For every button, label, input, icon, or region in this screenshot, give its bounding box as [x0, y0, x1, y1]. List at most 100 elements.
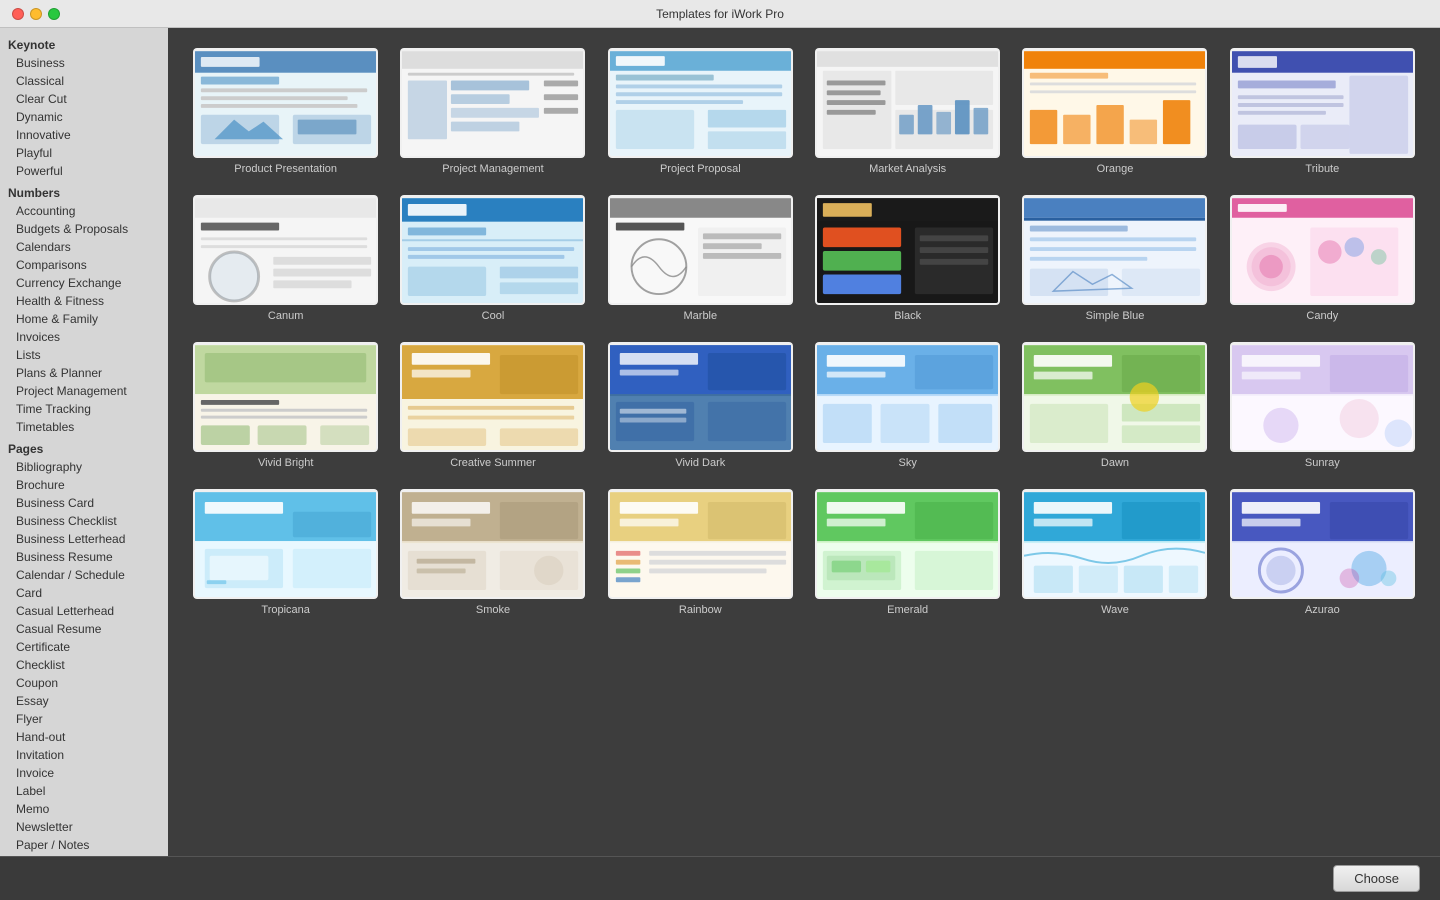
close-button[interactable]: [12, 8, 24, 20]
sidebar-section-header: Keynote: [0, 32, 168, 54]
template-item-wave[interactable]: Wave: [1017, 489, 1212, 616]
sidebar-item-business-checklist[interactable]: Business Checklist: [0, 512, 168, 530]
sidebar-item-plans-planner[interactable]: Plans & Planner: [0, 364, 168, 382]
main-layout: KeynoteBusinessClassicalClear CutDynamic…: [0, 28, 1440, 856]
template-label: Orange: [1097, 163, 1134, 175]
sidebar-item-essay[interactable]: Essay: [0, 692, 168, 710]
template-thumb-creative: [400, 342, 585, 452]
template-item-marble[interactable]: Marble: [603, 195, 798, 322]
template-label: Simple Blue: [1086, 310, 1145, 322]
sidebar-item-business-letterhead[interactable]: Business Letterhead: [0, 530, 168, 548]
template-item-vivid-dark[interactable]: Vivid Dark: [603, 342, 798, 469]
sidebar-item-casual-letterhead[interactable]: Casual Letterhead: [0, 602, 168, 620]
choose-button[interactable]: Choose: [1333, 865, 1420, 892]
template-item-tribute[interactable]: Tribute: [1225, 48, 1420, 175]
sidebar-item-invitation[interactable]: Invitation: [0, 746, 168, 764]
sidebar-item-dynamic[interactable]: Dynamic: [0, 108, 168, 126]
window-controls: [12, 8, 60, 20]
sidebar-item-timetables[interactable]: Timetables: [0, 418, 168, 436]
template-label: Dawn: [1101, 457, 1129, 469]
template-label: Azurao: [1305, 604, 1340, 616]
template-thumb-cool: [400, 195, 585, 305]
template-label: Rainbow: [679, 604, 722, 616]
sidebar-item-calendar-schedule[interactable]: Calendar / Schedule: [0, 566, 168, 584]
sidebar-item-currency-exchange[interactable]: Currency Exchange: [0, 274, 168, 292]
sidebar-item-invoices[interactable]: Invoices: [0, 328, 168, 346]
template-item-dawn[interactable]: Dawn: [1017, 342, 1212, 469]
sidebar-item-innovative[interactable]: Innovative: [0, 126, 168, 144]
sidebar-item-card[interactable]: Card: [0, 584, 168, 602]
sidebar-item-lists[interactable]: Lists: [0, 346, 168, 364]
template-item-market[interactable]: Market Analysis: [810, 48, 1005, 175]
sidebar-item-classical[interactable]: Classical: [0, 72, 168, 90]
template-item-sunray[interactable]: Sunray: [1225, 342, 1420, 469]
sidebar-item-casual-resume[interactable]: Casual Resume: [0, 620, 168, 638]
template-item-cool[interactable]: Cool: [395, 195, 590, 322]
template-item-vivid-bright[interactable]: Vivid Bright: [188, 342, 383, 469]
sidebar-item-paper-notes[interactable]: Paper / Notes: [0, 836, 168, 854]
sidebar-item-business-card[interactable]: Business Card: [0, 494, 168, 512]
sidebar-item-home-family[interactable]: Home & Family: [0, 310, 168, 328]
template-thumb-wave: [1022, 489, 1207, 599]
template-label: Smoke: [476, 604, 510, 616]
sidebar-item-budgets-proposals[interactable]: Budgets & Proposals: [0, 220, 168, 238]
sidebar-item-time-tracking[interactable]: Time Tracking: [0, 400, 168, 418]
template-label: Black: [894, 310, 921, 322]
sidebar-item-project-management[interactable]: Project Management: [0, 382, 168, 400]
template-item-emerald[interactable]: Emerald: [810, 489, 1005, 616]
template-thumb-sky: [815, 342, 1000, 452]
sidebar-item-certificate[interactable]: Certificate: [0, 638, 168, 656]
sidebar-item-clear-cut[interactable]: Clear Cut: [0, 90, 168, 108]
template-thumb-black: [815, 195, 1000, 305]
sidebar-item-health-fitness[interactable]: Health & Fitness: [0, 292, 168, 310]
sidebar-item-hand-out[interactable]: Hand-out: [0, 728, 168, 746]
template-item-product[interactable]: Product Presentation: [188, 48, 383, 175]
template-item-orange[interactable]: Orange: [1017, 48, 1212, 175]
sidebar-item-business[interactable]: Business: [0, 54, 168, 72]
sidebar-item-powerful[interactable]: Powerful: [0, 162, 168, 180]
sidebar-item-business-resume[interactable]: Business Resume: [0, 548, 168, 566]
template-item-creative[interactable]: Creative Summer: [395, 342, 590, 469]
sidebar-item-bibliography[interactable]: Bibliography: [0, 458, 168, 476]
sidebar-item-calendars[interactable]: Calendars: [0, 238, 168, 256]
sidebar-item-invoice[interactable]: Invoice: [0, 764, 168, 782]
template-thumb-dawn: [1022, 342, 1207, 452]
sidebar-item-checklist[interactable]: Checklist: [0, 656, 168, 674]
template-label: Wave: [1101, 604, 1129, 616]
sidebar-item-flyer[interactable]: Flyer: [0, 710, 168, 728]
maximize-button[interactable]: [48, 8, 60, 20]
template-label: Tropicana: [261, 604, 310, 616]
template-label: Project Proposal: [660, 163, 741, 175]
template-item-candy[interactable]: Candy: [1225, 195, 1420, 322]
sidebar-item-newsletter[interactable]: Newsletter: [0, 818, 168, 836]
template-thumb-market: [815, 48, 1000, 158]
template-item-black[interactable]: Black: [810, 195, 1005, 322]
sidebar-item-comparisons[interactable]: Comparisons: [0, 256, 168, 274]
template-item-smoke[interactable]: Smoke: [395, 489, 590, 616]
template-item-simple-blue[interactable]: Simple Blue: [1017, 195, 1212, 322]
sidebar-item-coupon[interactable]: Coupon: [0, 674, 168, 692]
template-item-canum[interactable]: Canum: [188, 195, 383, 322]
template-thumb-vivid-bright: [193, 342, 378, 452]
sidebar-item-playful[interactable]: Playful: [0, 144, 168, 162]
sidebar-item-accounting[interactable]: Accounting: [0, 202, 168, 220]
sidebar-item-label[interactable]: Label: [0, 782, 168, 800]
template-thumb-azurao: [1230, 489, 1415, 599]
sidebar-item-brochure[interactable]: Brochure: [0, 476, 168, 494]
minimize-button[interactable]: [30, 8, 42, 20]
template-item-tropicana[interactable]: Tropicana: [188, 489, 383, 616]
template-thumb-tribute: [1230, 48, 1415, 158]
template-thumb-sunray: [1230, 342, 1415, 452]
titlebar: Templates for iWork Pro: [0, 0, 1440, 28]
template-label: Market Analysis: [869, 163, 946, 175]
template-grid: Product PresentationProject Management Pr…: [188, 48, 1420, 616]
template-item-sky[interactable]: Sky: [810, 342, 1005, 469]
template-item-azurao[interactable]: Azurao: [1225, 489, 1420, 616]
template-label: Canum: [268, 310, 303, 322]
template-item-proposal[interactable]: Project Proposal: [603, 48, 798, 175]
sidebar-item-memo[interactable]: Memo: [0, 800, 168, 818]
template-item-project-mgmt[interactable]: Project Management: [395, 48, 590, 175]
template-thumb-orange: [1022, 48, 1207, 158]
template-item-rainbow[interactable]: Rainbow: [603, 489, 798, 616]
template-label: Vivid Dark: [675, 457, 725, 469]
